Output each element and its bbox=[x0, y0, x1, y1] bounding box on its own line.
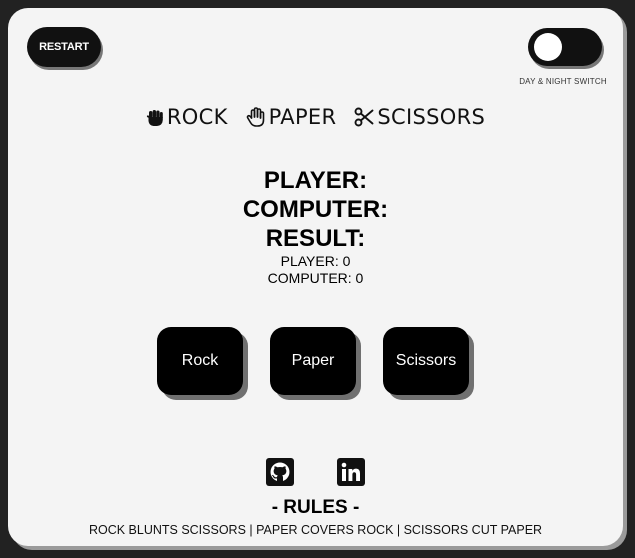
linkedin-icon bbox=[337, 458, 365, 486]
title-paper: PAPER bbox=[246, 105, 337, 129]
title-scissors: SCISSORS bbox=[354, 105, 485, 129]
computer-choice-label: COMPUTER: bbox=[242, 196, 389, 223]
scissors-button[interactable]: Scissors bbox=[383, 327, 469, 395]
scissors-icon bbox=[354, 107, 374, 127]
social-links bbox=[266, 458, 366, 486]
result-label: RESULT: bbox=[265, 225, 366, 252]
hand-fist-icon bbox=[146, 110, 163, 126]
title-rock: ROCK bbox=[146, 105, 228, 129]
rock-button[interactable]: Rock bbox=[157, 327, 243, 395]
title-paper-label: PAPER bbox=[268, 105, 337, 129]
title-scissors-label: SCISSORS bbox=[377, 105, 486, 129]
rules-text: ROCK BLUNTS SCISSORS | PAPER COVERS ROCK… bbox=[88, 523, 543, 537]
day-night-toggle[interactable] bbox=[528, 28, 602, 66]
toggle-label: DAY & NIGHT SWITCH bbox=[519, 77, 607, 86]
linkedin-link[interactable] bbox=[337, 458, 365, 486]
game-title: ROCK PAPER SCISSORS bbox=[8, 103, 623, 131]
paper-button[interactable]: Paper bbox=[270, 327, 356, 395]
game-card: RESTART DAY & NIGHT SWITCH ROCK PAPER SC… bbox=[8, 8, 623, 546]
github-link[interactable] bbox=[266, 458, 294, 486]
scoreboard: PLAYER: COMPUTER: RESULT: PLAYER: 0 COMP… bbox=[8, 166, 623, 287]
rules-title: - RULES - bbox=[271, 497, 360, 518]
restart-button[interactable]: RESTART bbox=[27, 27, 101, 67]
toggle-knob bbox=[534, 33, 562, 61]
player-score: PLAYER: 0 bbox=[280, 253, 351, 269]
player-choice-label: PLAYER: bbox=[263, 167, 368, 194]
title-rock-label: ROCK bbox=[166, 105, 228, 129]
choice-buttons: Rock Paper Scissors bbox=[157, 327, 469, 395]
github-icon bbox=[266, 458, 294, 486]
hand-open-icon bbox=[246, 107, 264, 127]
computer-score: COMPUTER: 0 bbox=[267, 270, 364, 286]
